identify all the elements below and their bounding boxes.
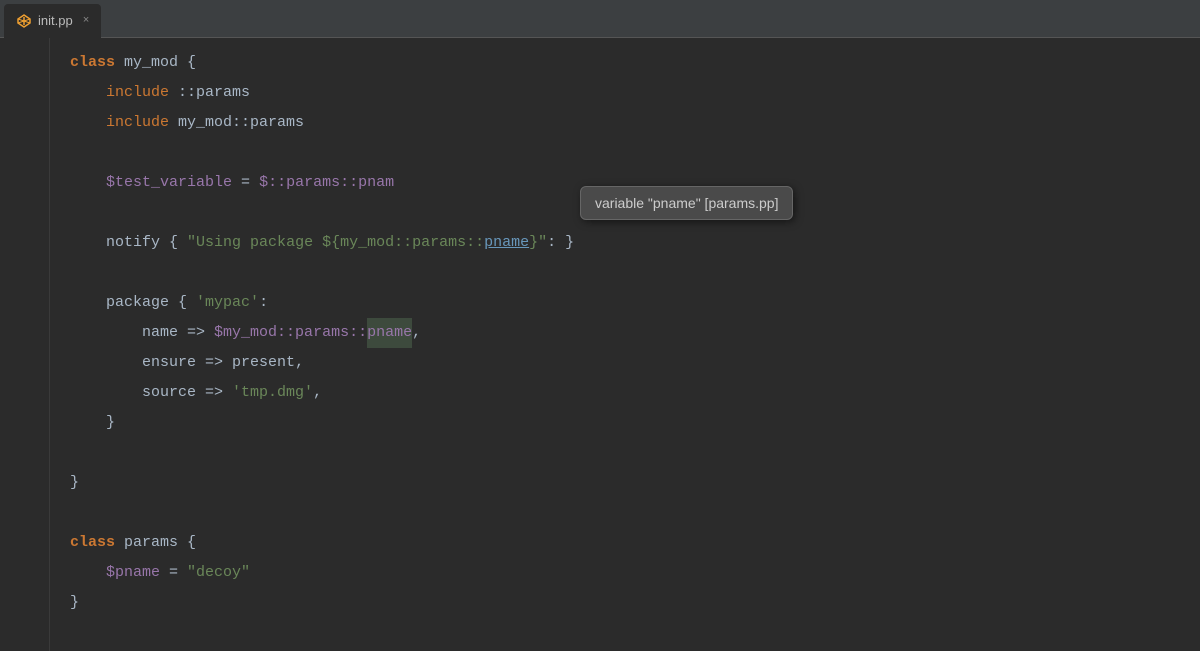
code-content[interactable]: class my_mod { include ::params include … — [50, 38, 1200, 651]
code-line-15: } — [70, 468, 1200, 498]
tooltip-text: variable "pname" [params.pp] — [595, 195, 778, 211]
code-line-4 — [70, 138, 1200, 168]
code-line-2: include ::params — [70, 78, 1200, 108]
tab-close-button[interactable]: × — [83, 15, 90, 27]
code-line-3: include my_mod::params — [70, 108, 1200, 138]
tab-bar: init.pp × — [0, 0, 1200, 38]
code-line-18: $pname = "decoy" — [70, 558, 1200, 588]
code-line-10: name => $my_mod::params::pname, — [70, 318, 1200, 348]
code-line-11: ensure => present, — [70, 348, 1200, 378]
keyword-class: class — [70, 48, 115, 78]
code-line-19: } — [70, 588, 1200, 618]
code-line-14 — [70, 438, 1200, 468]
keyword-include-1: include — [106, 78, 169, 108]
hover-tooltip: variable "pname" [params.pp] — [580, 186, 793, 220]
tab-init-pp[interactable]: init.pp × — [4, 4, 101, 38]
keyword-include-2: include — [106, 108, 169, 138]
editor-area: class my_mod { include ::params include … — [0, 38, 1200, 651]
puppet-icon — [16, 13, 32, 29]
code-line-8 — [70, 258, 1200, 288]
line-number-gutter — [0, 38, 50, 651]
code-line-16 — [70, 498, 1200, 528]
code-line-17: class params { — [70, 528, 1200, 558]
code-line-12: source => 'tmp.dmg', — [70, 378, 1200, 408]
code-line-13: } — [70, 408, 1200, 438]
tab-label: init.pp — [38, 13, 73, 28]
code-line-1: class my_mod { — [70, 48, 1200, 78]
code-line-7: notify { "Using package ${my_mod::params… — [70, 228, 1200, 258]
code-line-9: package { 'mypac': — [70, 288, 1200, 318]
